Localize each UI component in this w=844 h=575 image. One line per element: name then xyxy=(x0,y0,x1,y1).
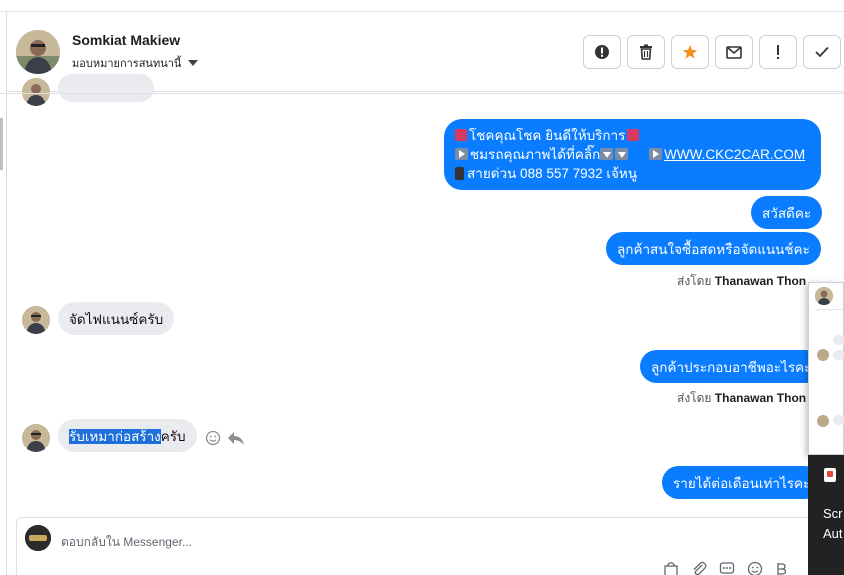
popup-divider xyxy=(815,309,843,310)
down-arrow-icon xyxy=(600,148,614,160)
previous-message-bubble xyxy=(58,74,154,102)
notification-line-2: Aut xyxy=(823,526,843,541)
alert-circle-icon xyxy=(595,45,609,59)
reply-composer: ตอบกลับใน Messenger... xyxy=(16,517,816,575)
outgoing-message-bubble: ลูกค้าประกอบอาชีพอะไรคะ xyxy=(640,350,823,383)
envelope-icon xyxy=(726,45,742,59)
outgoing-message-bubble: สวัสดีคะ xyxy=(751,196,823,229)
check-icon xyxy=(815,46,829,58)
currency-icon[interactable] xyxy=(775,561,787,575)
conversation-actions xyxy=(583,35,841,69)
chevron-down-icon xyxy=(188,60,199,66)
follow-up-button[interactable] xyxy=(759,35,797,69)
app-icon xyxy=(824,468,836,482)
side-popup[interactable] xyxy=(808,282,844,455)
play-button-icon xyxy=(649,148,663,160)
contact-avatar-small xyxy=(22,424,50,452)
promo-line-2: ชมรถคุณภาพได้ที่คลิ๊ก WWW.CKC2CAR.COM xyxy=(455,145,810,164)
popup-avatar xyxy=(815,287,833,305)
website-link[interactable]: WWW.CKC2CAR.COM xyxy=(664,147,805,162)
selected-text[interactable]: รับเหมาก่อสร้าง xyxy=(69,429,161,444)
mark-unread-button[interactable] xyxy=(715,35,753,69)
exclamation-icon xyxy=(777,45,779,59)
popup-avatar-small xyxy=(817,415,829,427)
emoji-icon[interactable] xyxy=(747,561,763,575)
outgoing-message-bubble: ลูกค้าสนใจซื้อสดหรือจัดแนนช์คะ xyxy=(606,232,821,265)
notification-panel[interactable]: Scr Aut xyxy=(808,455,844,575)
contact-avatar-small xyxy=(22,78,50,106)
inbox-conversation-view: Somkiat Makiew มอบหมายการสนทนานี้ โชคคุณ… xyxy=(0,0,844,575)
saved-reply-icon[interactable] xyxy=(719,561,735,575)
incoming-message-bubble: จัดไฟแนนซ์ครับ xyxy=(58,302,175,335)
mark-done-button[interactable] xyxy=(803,35,841,69)
star-button[interactable] xyxy=(671,35,709,69)
promo-line-3: สายด่วน 088 557 7932 เจ้หนู xyxy=(455,164,810,183)
left-scrollbar[interactable] xyxy=(0,118,3,170)
smiley-icon[interactable] xyxy=(205,430,221,446)
shopping-bag-icon[interactable] xyxy=(663,561,679,575)
left-divider xyxy=(6,12,7,575)
contact-name[interactable]: Somkiat Makiew xyxy=(72,32,180,48)
delete-button[interactable] xyxy=(627,35,665,69)
play-button-icon xyxy=(455,148,468,160)
sent-by-label: ส่งโดย Thanawan Thon xyxy=(677,274,807,288)
promo-line-1: โชคคุณโชค ยินดีให้บริการ xyxy=(455,126,810,145)
attachment-icon[interactable] xyxy=(691,561,707,575)
phone-icon xyxy=(455,167,464,180)
assign-label: มอบหมายการสนทนานี้ xyxy=(72,58,182,70)
header-bottom-border xyxy=(0,93,844,94)
down-arrow-icon xyxy=(615,148,629,160)
red-square-icon xyxy=(455,129,467,141)
popup-avatar-small xyxy=(817,349,829,361)
popup-bubble xyxy=(833,350,844,360)
outgoing-message-bubble: รายได้ต่อเดือนเท่าไรคะ xyxy=(662,466,822,499)
spam-button[interactable] xyxy=(583,35,621,69)
contact-avatar-small xyxy=(22,306,50,334)
contact-avatar[interactable] xyxy=(16,30,60,74)
composer-toolbar xyxy=(663,561,787,575)
reply-arrow-icon[interactable] xyxy=(227,430,245,446)
trash-icon xyxy=(640,44,652,60)
reply-input[interactable]: ตอบกลับใน Messenger... xyxy=(61,533,192,552)
promo-message-bubble: โชคคุณโชค ยินดีให้บริการ ชมรถคุณภาพได้ที… xyxy=(444,119,821,190)
notification-line-1: Scr xyxy=(823,506,843,521)
star-icon xyxy=(682,45,698,59)
message-tools xyxy=(205,430,245,446)
red-square-icon xyxy=(627,129,640,141)
popup-bubble xyxy=(833,335,844,345)
sent-by-label: ส่งโดย Thanawan Thon xyxy=(677,391,807,405)
page-avatar xyxy=(25,525,51,551)
popup-bubble xyxy=(833,415,844,425)
incoming-message-bubble: รับเหมาก่อสร้างครับ xyxy=(58,419,197,452)
assign-conversation-dropdown[interactable]: มอบหมายการสนทนานี้ xyxy=(72,54,199,72)
